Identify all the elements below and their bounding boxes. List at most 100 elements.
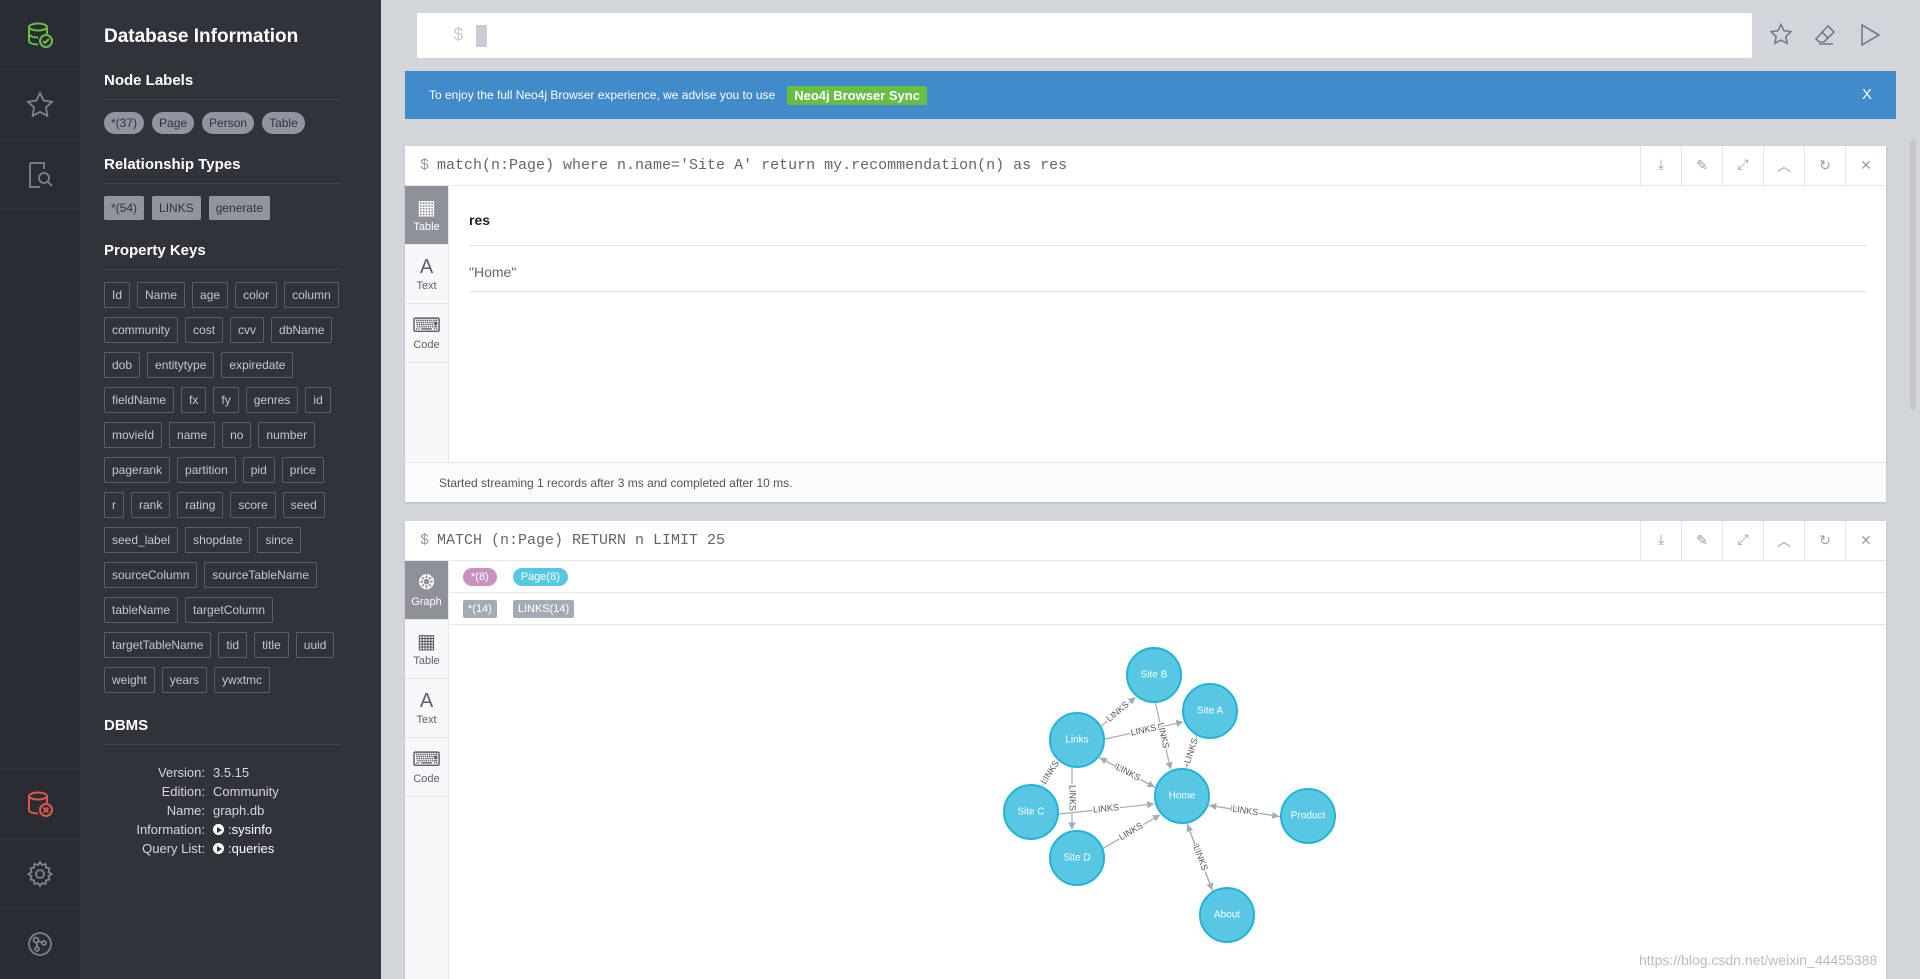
property-key-tag[interactable]: movieId <box>104 422 163 448</box>
node-label-pill[interactable]: *(37) <box>104 112 145 134</box>
tab-graph[interactable]: ❂ Graph <box>405 561 448 620</box>
favorite-star-icon[interactable] <box>1766 20 1796 50</box>
property-key-tag[interactable]: partition <box>177 457 236 483</box>
property-key-tag[interactable]: genres <box>245 387 299 413</box>
node-label-pill[interactable]: Table <box>262 112 305 134</box>
tab-text[interactable]: A Text <box>405 245 448 304</box>
download-icon[interactable]: ⤓ <box>1640 521 1681 561</box>
property-key-tag[interactable]: sourceTableName <box>204 562 318 588</box>
settings-gear-icon[interactable] <box>0 839 80 909</box>
property-key-tag[interactable]: cost <box>185 317 224 343</box>
graph-edge-label: LINKS <box>1232 804 1259 818</box>
query-editor[interactable]: $ <box>417 13 1752 58</box>
database-icon[interactable] <box>0 0 80 70</box>
relationship-legend-tag[interactable]: *(14) <box>463 599 497 618</box>
node-labels-list: *(37) Page Person Table <box>104 112 357 134</box>
run-play-icon[interactable] <box>1855 20 1885 50</box>
close-icon[interactable]: ✕ <box>1845 521 1886 561</box>
node-label-pill[interactable]: Person <box>202 112 255 134</box>
property-key-tag[interactable]: seed <box>282 492 325 518</box>
property-key-tag[interactable]: weight <box>104 667 155 693</box>
property-key-tag[interactable]: title <box>254 632 289 658</box>
browser-sync-link[interactable]: Neo4j Browser Sync <box>787 85 927 105</box>
frame-query-header[interactable]: $ MATCH (n:Page) RETURN n LIMIT 25 ⤓ ✎ ⤢… <box>405 521 1886 561</box>
result-frame-table: $ match(n:Page) where n.name='Site A' re… <box>405 146 1886 502</box>
property-key-tag[interactable]: years <box>161 667 208 693</box>
property-key-tag[interactable]: pid <box>242 457 275 483</box>
property-key-tag[interactable]: color <box>235 282 278 308</box>
download-icon[interactable]: ⤓ <box>1640 146 1681 186</box>
property-key-tag[interactable]: seed_label <box>104 527 179 553</box>
documents-search-icon[interactable] <box>0 140 80 210</box>
pin-icon[interactable]: ✎ <box>1681 146 1722 186</box>
property-key-tag[interactable]: sourceColumn <box>104 562 198 588</box>
queries-link[interactable]: :queries <box>213 839 274 858</box>
property-key-tag[interactable]: cvv <box>230 317 265 343</box>
name-value: graph.db <box>213 803 265 818</box>
property-key-tag[interactable]: ywxtmc <box>214 667 271 693</box>
property-key-tag[interactable]: shopdate <box>185 527 251 553</box>
property-key-tag[interactable]: score <box>230 492 276 518</box>
property-key-tag[interactable]: age <box>192 282 229 308</box>
rerun-icon[interactable]: ↻ <box>1804 521 1845 561</box>
clear-eraser-icon[interactable] <box>1810 20 1840 50</box>
rerun-icon[interactable]: ↻ <box>1804 146 1845 186</box>
graph-visualization[interactable]: LINKSLINKSLINKSLINKSLINKSLINKSLINKSLINKS… <box>449 625 1886 979</box>
tab-table[interactable]: ▦ Table <box>405 186 448 245</box>
frame-actions: ⤓ ✎ ⤢ ︿ ↻ ✕ <box>1640 521 1886 561</box>
node-legend-pill[interactable]: *(8) <box>463 567 497 586</box>
property-key-tag[interactable]: since <box>257 527 302 553</box>
sysinfo-link[interactable]: :sysinfo <box>213 820 272 839</box>
property-key-tag[interactable]: expiredate <box>221 352 294 378</box>
property-key-tag[interactable]: column <box>284 282 339 308</box>
pin-icon[interactable]: ✎ <box>1681 521 1722 561</box>
property-key-tag[interactable]: number <box>258 422 316 448</box>
disconnected-database-icon[interactable] <box>0 769 80 839</box>
neo4j-about-icon[interactable] <box>0 909 80 979</box>
property-key-tag[interactable]: Id <box>104 282 131 308</box>
play-icon <box>213 843 224 854</box>
property-key-tag[interactable]: dob <box>104 352 141 378</box>
property-key-tag[interactable]: fy <box>213 387 239 413</box>
property-key-tag[interactable]: id <box>305 387 331 413</box>
fullscreen-icon[interactable]: ⤢ <box>1722 146 1763 186</box>
property-key-tag[interactable]: tid <box>218 632 248 658</box>
relationship-legend-tag[interactable]: LINKS(14) <box>512 599 575 618</box>
tab-text[interactable]: A Text <box>405 679 448 738</box>
property-key-tag[interactable]: pagerank <box>104 457 171 483</box>
property-key-tag[interactable]: uuid <box>295 632 335 658</box>
property-key-tag[interactable]: targetColumn <box>185 597 274 623</box>
tab-code[interactable]: ⌨ Code <box>405 304 448 363</box>
property-key-tag[interactable]: tableName <box>104 597 179 623</box>
property-key-tag[interactable]: community <box>104 317 179 343</box>
property-key-tag[interactable]: entitytype <box>147 352 215 378</box>
frame-query-header[interactable]: $ match(n:Page) where n.name='Site A' re… <box>405 146 1886 186</box>
property-key-tag[interactable]: dbName <box>271 317 333 343</box>
node-label-pill[interactable]: Page <box>152 112 195 134</box>
banner-close-button[interactable]: X <box>1862 86 1872 103</box>
property-key-tag[interactable]: rank <box>131 492 171 518</box>
relationship-type-tag[interactable]: LINKS <box>152 196 201 220</box>
property-key-tag[interactable]: fieldName <box>104 387 175 413</box>
scrollbar[interactable] <box>1910 140 1916 410</box>
property-key-tag[interactable]: fx <box>181 387 207 413</box>
property-key-tag[interactable]: Name <box>137 282 186 308</box>
graph-edge-label: LINKS <box>1068 785 1078 811</box>
relationship-type-tag[interactable]: *(54) <box>104 196 145 220</box>
collapse-chevron-icon[interactable]: ︿ <box>1763 146 1804 186</box>
property-key-tag[interactable]: r <box>104 492 124 518</box>
collapse-chevron-icon[interactable]: ︿ <box>1763 521 1804 561</box>
graph-node-label: About <box>1214 910 1240 921</box>
property-key-tag[interactable]: targetTableName <box>104 632 212 658</box>
tab-code[interactable]: ⌨ Code <box>405 738 448 797</box>
relationship-type-tag[interactable]: generate <box>208 196 271 220</box>
fullscreen-icon[interactable]: ⤢ <box>1722 521 1763 561</box>
tab-table[interactable]: ▦ Table <box>405 620 448 679</box>
close-icon[interactable]: ✕ <box>1845 146 1886 186</box>
property-key-tag[interactable]: rating <box>177 492 224 518</box>
node-legend-pill[interactable]: Page(8) <box>512 567 568 586</box>
property-key-tag[interactable]: price <box>281 457 324 483</box>
property-key-tag[interactable]: name <box>169 422 216 448</box>
favorites-star-icon[interactable] <box>0 70 80 140</box>
property-key-tag[interactable]: no <box>222 422 252 448</box>
